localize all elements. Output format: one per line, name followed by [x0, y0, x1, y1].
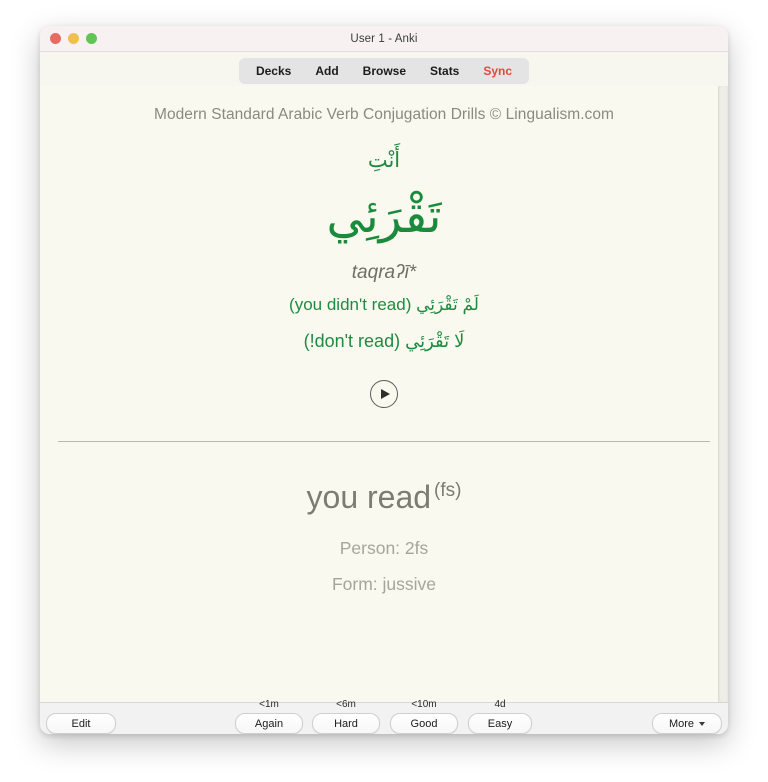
hard-interval: <6m [336, 699, 356, 710]
anki-window: User 1 - Anki Decks Add Browse Stats Syn… [40, 26, 728, 734]
minimize-window-button[interactable] [68, 33, 79, 44]
window-title: User 1 - Anki [350, 32, 418, 45]
easy-label: Easy [487, 717, 513, 730]
play-icon[interactable] [370, 379, 398, 408]
card-review-area: Modern Standard Arabic Verb Conjugation … [40, 86, 728, 702]
hard-label: Hard [334, 717, 358, 730]
good-interval: <10m [411, 699, 437, 710]
close-window-button[interactable] [50, 33, 61, 44]
more-label: More [668, 717, 695, 730]
nav-item-sync[interactable]: Sync [472, 61, 523, 81]
main-navbar: Decks Add Browse Stats Sync [238, 58, 530, 84]
person-meta: Person: 2fs [339, 538, 429, 559]
more-button[interactable]: More [652, 713, 722, 734]
nav-item-add[interactable]: Add [304, 61, 349, 81]
answer-divider [58, 440, 710, 442]
again-button[interactable]: <1m Again [235, 699, 303, 734]
window-titlebar: User 1 - Anki [40, 26, 728, 52]
deck-subtitle: Modern Standard Arabic Verb Conjugation … [154, 106, 614, 123]
hard-button[interactable]: <6m Hard [312, 699, 380, 734]
main-navbar-container: Decks Add Browse Stats Sync [40, 52, 728, 86]
scrollbar-thumb[interactable] [720, 86, 727, 702]
answer-superscript: (fs) [434, 480, 462, 502]
again-label: Again [254, 717, 284, 730]
chevron-down-icon [699, 721, 706, 726]
play-triangle-icon [381, 388, 390, 399]
traffic-light-group [50, 26, 97, 51]
arabic-pronoun: أَنْتِ [367, 149, 401, 172]
form-meta: Form: jussive [331, 574, 437, 595]
easy-button[interactable]: 4d Easy [468, 699, 532, 734]
review-bottom-bar: Edit <1m Again <6m Hard <10m Good 4d Eas… [40, 699, 728, 734]
easy-interval: 4d [494, 699, 506, 710]
nav-item-decks[interactable]: Decks [245, 61, 302, 81]
audio-play-container [40, 379, 728, 408]
answer-main: you read [306, 478, 432, 515]
arabic-verb: تَقْرَئِي [326, 189, 442, 243]
answer-text: you read (fs) [40, 478, 728, 516]
gloss-line-negated-past: لَمْ تَقْرَئِي (you didn't read) [289, 294, 479, 314]
gloss-line-negative-imperative: لَا تَقْرَئِي (don't read!) [303, 330, 465, 351]
transliteration: taqraʔī* [351, 261, 417, 283]
nav-item-browse[interactable]: Browse [352, 61, 417, 81]
maximize-window-button[interactable] [86, 33, 97, 44]
vertical-scrollbar[interactable] [718, 86, 728, 702]
good-label: Good [410, 717, 438, 730]
edit-button[interactable]: Edit [46, 713, 116, 734]
screenshot-root: User 1 - Anki Decks Add Browse Stats Syn… [0, 0, 768, 782]
again-interval: <1m [259, 699, 279, 710]
good-button[interactable]: <10m Good [390, 699, 458, 734]
nav-item-stats[interactable]: Stats [419, 61, 470, 81]
